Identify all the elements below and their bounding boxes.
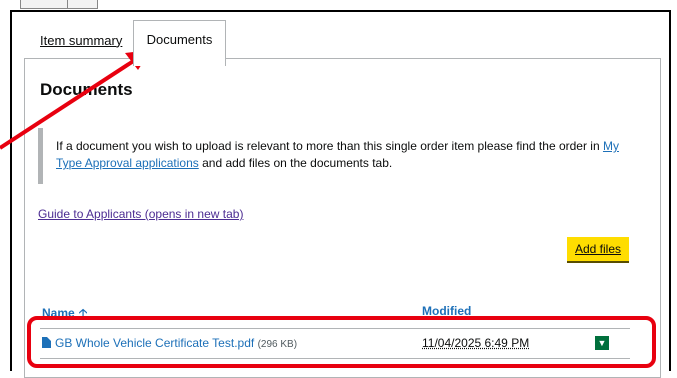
file-size: (296 KB) <box>257 339 298 350</box>
table-header: Name 🡡 Modified <box>40 298 630 329</box>
tab-documents-label: Documents <box>146 32 213 47</box>
sort-up-arrow-icon: 🡡 <box>78 306 88 320</box>
inset-text: If a document you wish to upload is rele… <box>38 128 638 184</box>
tab-item-summary[interactable]: Item summary <box>40 22 122 58</box>
file-link[interactable]: GB Whole Vehicle Certificate Test.pdf (2… <box>55 336 297 350</box>
file-modified: 11/04/2025 6:49 PM <box>422 336 530 350</box>
inset-text-before: If a document you wish to upload is rele… <box>56 139 603 153</box>
column-header-name-label: Name <box>42 306 75 320</box>
inset-text-after: and add files on the documents tab. <box>198 156 393 170</box>
file-icon <box>42 337 51 348</box>
tab-item-summary-label: Item summary <box>40 32 123 48</box>
column-header-name[interactable]: Name 🡡 <box>42 304 87 325</box>
column-header-modified[interactable]: Modified <box>422 304 471 318</box>
window-chrome-fragment <box>20 0 98 9</box>
chevron-down-icon[interactable]: ▼ <box>595 336 609 350</box>
page-title: Documents <box>40 80 133 99</box>
tab-documents[interactable]: Documents <box>133 20 226 66</box>
guide-to-applicants-link[interactable]: Guide to Applicants (opens in new tab) <box>38 207 243 221</box>
add-files-button[interactable]: Add files <box>567 237 629 261</box>
table-row: GB Whole Vehicle Certificate Test.pdf (2… <box>40 330 630 359</box>
file-name: GB Whole Vehicle Certificate Test.pdf <box>55 336 255 350</box>
